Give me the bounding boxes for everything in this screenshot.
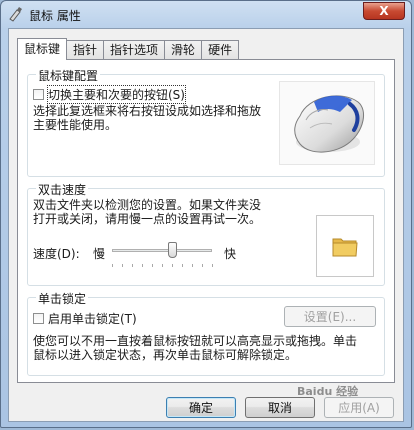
slider-ticks <box>112 264 213 268</box>
click-lock-settings-button[interactable]: 设置(E)... <box>284 306 376 327</box>
slider-tick <box>172 264 173 267</box>
slider-tick <box>202 264 203 267</box>
button-config-description-line1: 选择此复选框来将右按钮设成如选择和拖放 <box>33 104 262 118</box>
slider-tick <box>112 264 113 267</box>
double-click-speed-slider[interactable] <box>112 242 213 272</box>
button-config-title: 鼠标键配置 <box>36 67 101 84</box>
slider-tick <box>212 264 213 267</box>
speed-label: 速度(D): <box>33 247 80 261</box>
click-lock-description-line2: 鼠标以进入锁定状态，再次单击鼠标可解除锁定。 <box>33 348 298 362</box>
click-lock-description-line1: 使您可以不用一直按着鼠标按钮就可以高亮显示或拖拽。单击 <box>33 334 358 348</box>
tab-wheel[interactable]: 滑轮 <box>165 40 203 59</box>
window-title: 鼠标 属性 <box>29 9 81 23</box>
tab-pointer-options[interactable]: 指针选项 <box>104 40 166 59</box>
double-click-description: 双击文件夹以检测您的设置。如果文件夹没 打开或关闭，请用慢一点的设置再试一次。 <box>33 198 261 226</box>
watermark-logo: Baidu 经验 <box>297 385 359 398</box>
test-folder-area[interactable] <box>316 215 374 277</box>
slider-tick <box>162 264 163 267</box>
folder-icon[interactable] <box>330 231 360 261</box>
switch-buttons-label[interactable]: 切换主要和次要的按钮(S) <box>47 85 186 104</box>
slider-tick <box>182 264 183 267</box>
mouse-title-icon <box>8 6 24 22</box>
slider-tick <box>122 264 123 267</box>
double-click-title: 双击速度 <box>36 181 89 198</box>
click-lock-description: 使您可以不用一直按着鼠标按钮就可以高亮显示或拖拽。单击 鼠标以进入锁定状态，再次… <box>33 334 357 362</box>
tab-hardware[interactable]: 硬件 <box>202 40 240 59</box>
click-lock-group: 单击锁定 启用单击锁定(T) 设置(E)... 使您可以不用一直按着鼠标按钮就可… <box>27 290 385 376</box>
switch-buttons-checkbox-row[interactable]: 切换主要和次要的按钮(S) <box>33 85 186 104</box>
mouse-illustration-frame <box>279 81 375 165</box>
tab-strip: 鼠标键 指针 指针选项 滑轮 硬件 <box>17 38 240 60</box>
apply-button[interactable]: 应用(A) <box>324 397 394 418</box>
slow-label: 慢 <box>93 247 106 261</box>
slider-tick <box>192 264 193 267</box>
tab-pointers[interactable]: 指针 <box>67 40 105 59</box>
close-button[interactable]: X <box>363 2 405 20</box>
buttons-tab-page: 鼠标键配置 切换主要和次要的按钮(S) 选择此复选框来将右按钮设成如选择和拖放 … <box>17 59 395 383</box>
mouse-properties-window: 鼠标 属性 X 鼠标键 指针 指针选项 滑轮 硬件 鼠标键配置 切换主要和次要的… <box>0 0 412 428</box>
double-click-description-line1: 双击文件夹以检测您的设置。如果文件夹没 <box>33 198 262 212</box>
ok-button[interactable]: 确定 <box>166 397 236 418</box>
enable-click-lock-label[interactable]: 启用单击锁定(T) <box>48 310 137 327</box>
cancel-button[interactable]: 取消 <box>245 397 315 418</box>
button-config-description-line2: 主要性能使用。 <box>33 118 118 132</box>
dialog-body: 鼠标键 指针 指针选项 滑轮 硬件 鼠标键配置 切换主要和次要的按钮(S) 选择… <box>8 28 404 422</box>
button-config-group: 鼠标键配置 切换主要和次要的按钮(S) 选择此复选框来将右按钮设成如选择和拖放 … <box>27 67 385 177</box>
slider-tick <box>142 264 143 267</box>
slider-thumb[interactable] <box>168 242 177 258</box>
slider-tick <box>152 264 153 267</box>
title-bar[interactable]: 鼠标 属性 X <box>1 1 411 27</box>
switch-buttons-checkbox[interactable] <box>33 89 44 100</box>
enable-click-lock-row[interactable]: 启用单击锁定(T) <box>33 310 137 327</box>
fast-label: 快 <box>224 247 237 261</box>
button-config-description: 选择此复选框来将右按钮设成如选择和拖放 主要性能使用。 <box>33 104 261 132</box>
tab-buttons[interactable]: 鼠标键 <box>17 38 68 60</box>
double-click-description-line2: 打开或关闭，请用慢一点的设置再试一次。 <box>33 212 262 226</box>
enable-click-lock-checkbox[interactable] <box>33 313 44 324</box>
click-lock-title: 单击锁定 <box>36 290 89 307</box>
double-click-group: 双击速度 双击文件夹以检测您的设置。如果文件夹没 打开或关闭，请用慢一点的设置再… <box>27 181 385 286</box>
slider-track <box>112 249 212 252</box>
mouse-illustration <box>294 95 365 153</box>
slider-tick <box>132 264 133 267</box>
